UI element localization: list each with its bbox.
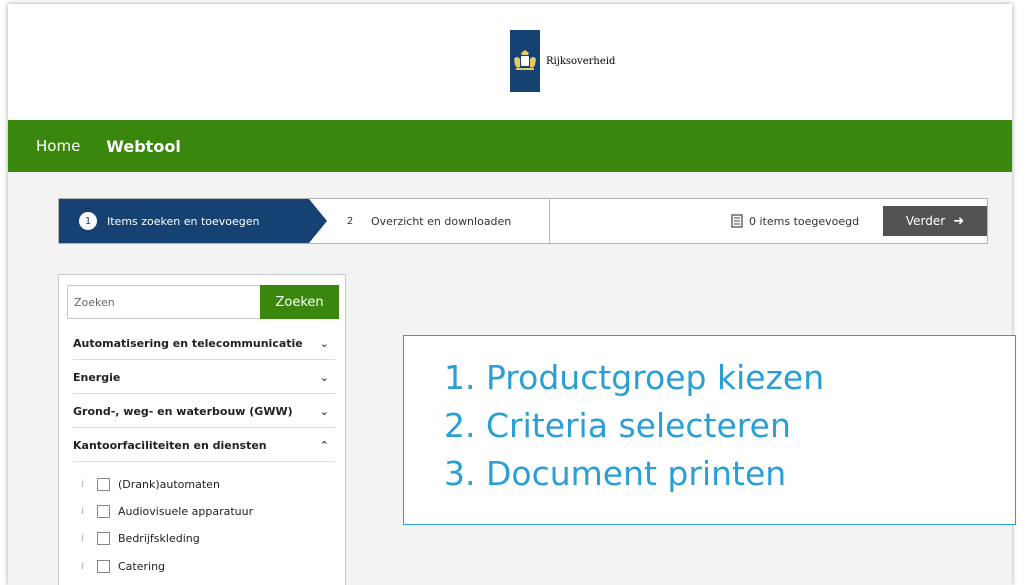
verder-button[interactable]: Verder ➜ (883, 206, 987, 236)
category-label: Automatisering en telecommunicatie (73, 336, 303, 350)
verder-button-label: Verder (905, 214, 946, 228)
nav-webtool-link[interactable]: Webtool (106, 137, 181, 156)
callout-step-2: 2. Criteria selecteren (444, 406, 791, 445)
info-icon[interactable]: i (81, 533, 97, 544)
nav-home-link[interactable]: Home (36, 137, 80, 155)
callout-step-3: 3. Document printen (444, 454, 787, 493)
step-progress-bar: 1 Items zoeken en toevoegen 2 Overzicht … (58, 198, 988, 244)
step-2[interactable]: 2 Overzicht en downloaden (341, 199, 511, 243)
checkbox[interactable] (97, 559, 110, 573)
category-sidebar: Zoeken Zoeken Automatisering en telecomm… (58, 274, 346, 585)
step-2-label: Overzicht en downloaden (371, 214, 512, 228)
category-label: Kantoorfaciliteiten en diensten (73, 438, 267, 452)
step-divider (549, 199, 550, 243)
arrow-right-icon: ➜ (953, 213, 965, 229)
info-icon[interactable]: i (81, 561, 97, 572)
step-2-number: 2 (346, 215, 354, 227)
subitem-label: Audiovisuele apparatuur (118, 504, 254, 518)
category-label: Grond-, weg- en waterbouw (GWW) (73, 404, 293, 418)
chevron-down-icon: ⌄ (319, 336, 329, 350)
step-1-label: Items zoeken en toevoegen (107, 214, 260, 228)
category-energie[interactable]: Energie ⌄ (73, 361, 335, 394)
logo-text: Rijksoverheid (546, 55, 616, 67)
category-gww[interactable]: Grond-, weg- en waterbouw (GWW) ⌄ (73, 395, 335, 428)
logo[interactable]: Rijksoverheid (510, 30, 615, 92)
items-counter-label: 0 items toegevoegd (749, 214, 860, 228)
chevron-down-icon: ⌄ (319, 404, 329, 418)
subitem-label: Bedrijfskleding (118, 531, 200, 545)
document-icon (731, 214, 743, 228)
top-navigation: Home Webtool (8, 120, 1012, 172)
checkbox[interactable] (97, 504, 110, 518)
checkbox[interactable] (97, 531, 110, 545)
step-1[interactable]: 1 Items zoeken en toevoegen (59, 199, 327, 243)
chevron-up-icon: ⌃ (319, 438, 329, 452)
subitem-label: (Drank)automaten (118, 477, 220, 491)
category-kantoorfaciliteiten[interactable]: Kantoorfaciliteiten en diensten ⌃ (73, 429, 335, 462)
coat-of-arms-icon (510, 30, 540, 92)
list-item: i (Drank)automaten (81, 474, 220, 494)
info-icon[interactable]: i (81, 479, 97, 490)
chevron-down-icon: ⌄ (319, 370, 329, 384)
step-1-number: 1 (79, 212, 97, 230)
category-label: Energie (73, 370, 121, 384)
search-button[interactable]: Zoeken (260, 285, 339, 319)
list-item: i Bedrijfskleding (81, 528, 200, 548)
instruction-callout: 1. Productgroep kiezen 2. Criteria selec… (403, 335, 1016, 525)
subitem-label: Catering (118, 559, 166, 573)
list-item: i Catering (81, 556, 165, 576)
callout-step-1: 1. Productgroep kiezen (444, 358, 825, 397)
list-item: i Audiovisuele apparatuur (81, 501, 253, 521)
search-bar: Zoeken Zoeken (67, 285, 339, 319)
items-counter: 0 items toegevoegd (731, 199, 859, 243)
checkbox[interactable] (97, 477, 110, 491)
search-input[interactable]: Zoeken (67, 285, 261, 319)
category-automatisering[interactable]: Automatisering en telecommunicatie ⌄ (73, 327, 335, 360)
info-icon[interactable]: i (81, 506, 97, 517)
